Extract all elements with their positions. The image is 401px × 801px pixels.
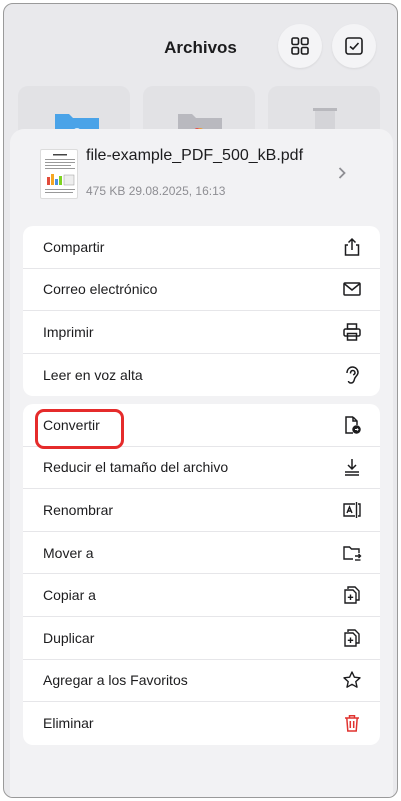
menu-item-label: Copiar a (43, 587, 96, 604)
trash-icon (342, 713, 362, 733)
mail-icon (342, 279, 362, 299)
menu-item-duplicar[interactable]: Duplicar (23, 617, 380, 660)
menu-item-favoritos[interactable]: Agregar a los Favoritos (23, 660, 380, 703)
menu-item-imprimir[interactable]: Imprimir (23, 311, 380, 354)
convert-icon (342, 415, 362, 435)
menu-item-label: Mover a (43, 544, 94, 561)
menu-item-label: Eliminar (43, 715, 94, 732)
menu-item-correo[interactable]: Correo electrónico (23, 269, 380, 312)
menu-item-renombrar[interactable]: Renombrar (23, 489, 380, 532)
file-info-header[interactable]: file-example_PDF_500_kB.pdf 475 KB 29.08… (10, 129, 393, 219)
menu-item-compartir[interactable]: Compartir (23, 226, 380, 269)
menu-item-label: Convertir (43, 416, 100, 433)
menu-item-mover-a[interactable]: Mover a (23, 532, 380, 575)
menu-item-label: Compartir (43, 238, 105, 255)
menu-item-reducir-tamano[interactable]: Reducir el tamaño del archivo (23, 447, 380, 490)
duplicate-icon (342, 628, 362, 648)
ear-icon (342, 365, 362, 385)
share-icon (342, 237, 362, 257)
select-button[interactable] (332, 24, 376, 68)
menu-item-label: Reducir el tamaño del archivo (43, 459, 229, 476)
file-meta: 475 KB 29.08.2025, 16:13 (86, 184, 226, 198)
menu-item-label: Imprimir (43, 323, 94, 340)
move-folder-icon (342, 543, 362, 563)
menu-item-label: Renombrar (43, 501, 114, 518)
checkbox-icon (345, 37, 363, 55)
menu-group-share: Compartir Correo electrónico Imprimir Le… (23, 226, 380, 397)
menu-item-label: Leer en voz alta (43, 367, 143, 384)
printer-icon (342, 322, 362, 342)
chevron-right-icon (338, 167, 346, 179)
menu-item-label: Agregar a los Favoritos (43, 672, 188, 689)
menu-item-copiar-a[interactable]: Copiar a (23, 574, 380, 617)
pdf-thumbnail (40, 149, 78, 199)
compress-icon (342, 457, 362, 477)
rename-icon (342, 500, 362, 520)
menu-group-actions: Convertir Reducir el tamaño del archivo … (23, 404, 380, 745)
menu-item-label: Duplicar (43, 629, 95, 646)
menu-item-leer-en-voz-alta[interactable]: Leer en voz alta (23, 354, 380, 397)
menu-item-eliminar[interactable]: Eliminar (23, 702, 380, 745)
screen: Archivos file-example_PDF_500_kB.pdf 475… (3, 3, 398, 798)
file-name: file-example_PDF_500_kB.pdf (86, 147, 304, 164)
star-icon (342, 670, 362, 690)
file-actions-sheet: file-example_PDF_500_kB.pdf 475 KB 29.08… (10, 129, 393, 797)
copy-icon (342, 585, 362, 605)
top-bar: Archivos (4, 4, 397, 94)
menu-item-label: Correo electrónico (43, 281, 158, 298)
menu-item-convertir[interactable]: Convertir (23, 404, 380, 449)
grid-icon (291, 37, 309, 55)
grid-view-button[interactable] (278, 24, 322, 68)
